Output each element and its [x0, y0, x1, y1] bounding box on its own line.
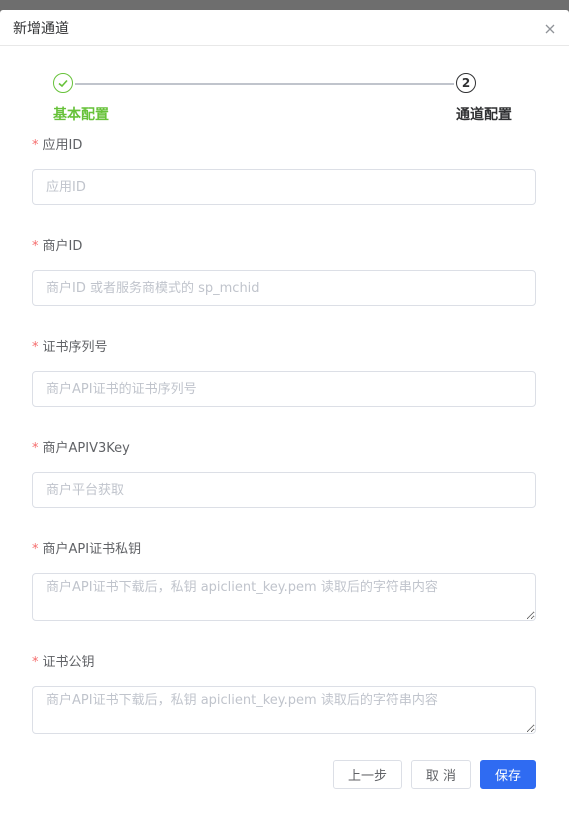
required-mark: *	[32, 441, 39, 456]
field-label-cert-serial: * 证书序列号	[32, 336, 108, 355]
cancel-button[interactable]: 取 消	[411, 760, 471, 789]
step-2-number: 2	[456, 73, 476, 93]
label-text: 应用ID	[42, 138, 83, 153]
steps: 2 基本配置 通道配置	[0, 10, 569, 130]
field-label-merchant-id: * 商户ID	[32, 235, 82, 254]
save-button[interactable]: 保存	[480, 760, 536, 789]
required-mark: *	[32, 542, 39, 557]
public-key-textarea[interactable]	[32, 686, 536, 734]
step-1-check-icon	[53, 73, 73, 93]
required-mark: *	[32, 340, 39, 355]
field-label-app-id: * 应用ID	[32, 134, 82, 153]
required-mark: *	[32, 655, 39, 670]
field-label-public-key: * 证书公钥	[32, 651, 95, 670]
field-label-apiv3-key: * 商户APIV3Key	[32, 437, 130, 456]
label-text: 证书序列号	[42, 340, 108, 355]
field-label-private-key: * 商户API证书私钥	[32, 538, 141, 557]
step-1-label: 基本配置	[53, 107, 109, 123]
cert-serial-input[interactable]	[32, 371, 536, 407]
apiv3-key-input[interactable]	[32, 472, 536, 508]
label-text: 商户APIV3Key	[42, 441, 130, 456]
label-text: 商户API证书私钥	[42, 542, 142, 557]
required-mark: *	[32, 138, 39, 153]
step-connector-line	[75, 83, 454, 85]
label-text: 商户ID	[42, 239, 83, 254]
private-key-textarea[interactable]	[32, 573, 536, 621]
merchant-id-input[interactable]	[32, 270, 536, 306]
app-id-input[interactable]	[32, 169, 536, 205]
required-mark: *	[32, 239, 39, 254]
prev-step-button[interactable]: 上一步	[333, 760, 402, 789]
step-2-label: 通道配置	[456, 107, 512, 123]
label-text: 证书公钥	[42, 655, 95, 670]
add-channel-dialog: 新增通道 2 基本配置 通道配置 *应用ID *商户ID *证书序列号 *商户A…	[0, 10, 569, 830]
